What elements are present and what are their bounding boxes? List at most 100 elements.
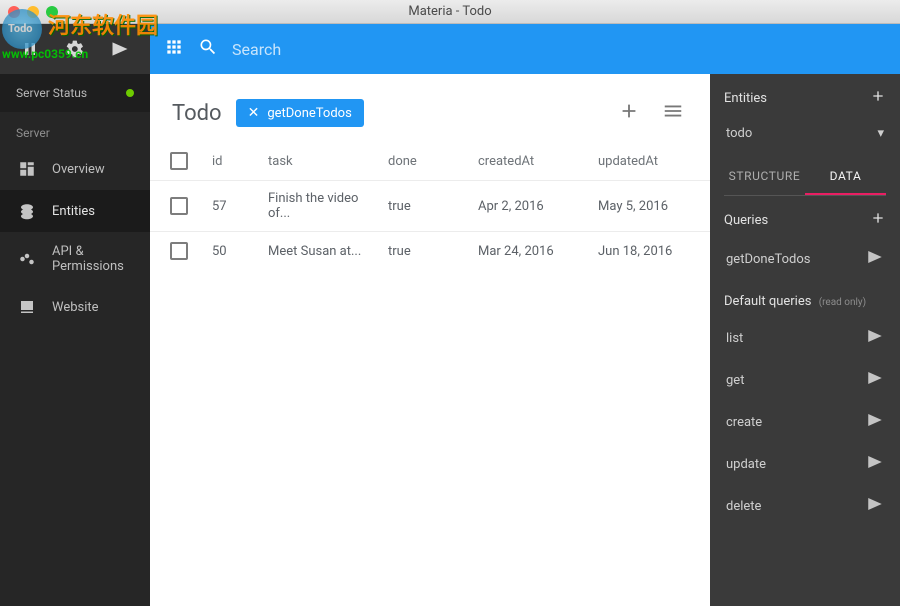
entity-selector[interactable]: todo ▾ bbox=[724, 122, 886, 145]
panel-tabs: STRUCTURE DATA bbox=[724, 159, 886, 196]
query-item-list[interactable]: list bbox=[724, 317, 886, 359]
column-header-createdat[interactable]: createdAt bbox=[478, 154, 598, 169]
menu-icon bbox=[662, 100, 684, 122]
column-header-id[interactable]: id bbox=[212, 154, 268, 169]
add-query-button[interactable] bbox=[870, 210, 886, 230]
query-name: create bbox=[726, 415, 762, 430]
query-name: delete bbox=[726, 499, 761, 514]
server-status-label: Server Status bbox=[16, 86, 87, 100]
sidebar-section-label: Server bbox=[0, 112, 150, 148]
table-row[interactable]: 57 Finish the video of... true Apr 2, 20… bbox=[150, 180, 710, 231]
column-header-done[interactable]: done bbox=[388, 154, 478, 169]
select-all-checkbox[interactable] bbox=[170, 152, 188, 170]
pause-button[interactable] bbox=[8, 41, 52, 57]
column-header-updatedat[interactable]: updatedAt bbox=[598, 154, 698, 169]
sidebar: Server Status Server Overview Entities A… bbox=[0, 24, 150, 606]
topbar bbox=[150, 24, 900, 74]
sidebar-item-overview[interactable]: Overview bbox=[0, 148, 150, 190]
apps-grid-icon bbox=[164, 37, 184, 57]
row-checkbox[interactable] bbox=[170, 197, 188, 215]
entities-header: Entities bbox=[724, 88, 886, 108]
tab-data[interactable]: DATA bbox=[805, 159, 886, 195]
menu-button[interactable] bbox=[658, 96, 688, 130]
run-query-button[interactable] bbox=[866, 411, 884, 433]
cell-updatedat: Jun 18, 2016 bbox=[598, 244, 698, 259]
sidebar-item-website[interactable]: Website bbox=[0, 286, 150, 328]
queries-label: Queries bbox=[724, 213, 768, 228]
run-query-button[interactable] bbox=[866, 369, 884, 391]
minimize-window-button[interactable] bbox=[27, 6, 39, 18]
default-queries-label: Default queries bbox=[724, 294, 811, 309]
right-panel: Entities todo ▾ STRUCTURE DATA Queries bbox=[710, 74, 900, 606]
database-icon bbox=[18, 202, 36, 220]
query-name: getDoneTodos bbox=[726, 252, 810, 267]
sidebar-item-api[interactable]: API & Permissions bbox=[0, 232, 150, 286]
add-button[interactable] bbox=[614, 96, 644, 130]
run-query-button[interactable] bbox=[866, 453, 884, 475]
play-icon bbox=[866, 369, 884, 387]
query-item-delete[interactable]: delete bbox=[724, 485, 886, 527]
apps-button[interactable] bbox=[164, 37, 184, 61]
sliders-icon bbox=[18, 250, 36, 268]
entities-label: Entities bbox=[724, 91, 767, 106]
query-item-getdonetodos[interactable]: getDoneTodos bbox=[724, 238, 886, 280]
monitor-icon bbox=[18, 298, 36, 316]
cell-id: 50 bbox=[212, 244, 268, 259]
play-icon bbox=[110, 39, 130, 59]
query-name: get bbox=[726, 373, 744, 388]
cell-id: 57 bbox=[212, 199, 268, 214]
query-item-update[interactable]: update bbox=[724, 443, 886, 485]
titlebar: Materia - Todo bbox=[0, 0, 900, 24]
cell-createdat: Apr 2, 2016 bbox=[478, 199, 598, 214]
row-checkbox[interactable] bbox=[170, 242, 188, 260]
cell-updatedat: May 5, 2016 bbox=[598, 199, 698, 214]
sidebar-item-label: Entities bbox=[52, 204, 95, 219]
settings-button[interactable] bbox=[53, 39, 97, 59]
selected-entity: todo bbox=[726, 126, 752, 141]
run-query-button[interactable] bbox=[866, 327, 884, 349]
maximize-window-button[interactable] bbox=[46, 6, 58, 18]
data-table: id task done createdAt updatedAt 57 Fini… bbox=[150, 142, 710, 270]
tab-structure[interactable]: STRUCTURE bbox=[724, 159, 805, 195]
dashboard-icon bbox=[18, 160, 36, 178]
default-queries-hint: (read only) bbox=[819, 297, 866, 308]
cell-createdat: Mar 24, 2016 bbox=[478, 244, 598, 259]
query-item-create[interactable]: create bbox=[724, 401, 886, 443]
play-icon bbox=[866, 327, 884, 345]
search-icon bbox=[198, 37, 218, 57]
window-controls bbox=[8, 6, 58, 18]
add-entity-button[interactable] bbox=[870, 88, 886, 108]
plus-icon bbox=[870, 88, 886, 104]
sidebar-item-label: Website bbox=[52, 300, 99, 315]
content-area: Todo ✕ getDoneTodos bbox=[150, 74, 710, 606]
close-icon[interactable]: ✕ bbox=[248, 105, 260, 121]
search-input[interactable] bbox=[232, 40, 886, 59]
close-window-button[interactable] bbox=[8, 6, 20, 18]
table-header: id task done createdAt updatedAt bbox=[150, 142, 710, 180]
cell-task: Finish the video of... bbox=[268, 191, 388, 221]
search-button[interactable] bbox=[198, 37, 218, 61]
query-name: update bbox=[726, 457, 766, 472]
plus-icon bbox=[870, 210, 886, 226]
query-chip-label: getDoneTodos bbox=[267, 106, 351, 121]
gear-icon bbox=[65, 39, 85, 59]
run-query-button[interactable] bbox=[866, 495, 884, 517]
column-header-task[interactable]: task bbox=[268, 154, 388, 169]
play-icon bbox=[866, 248, 884, 266]
sidebar-item-entities[interactable]: Entities bbox=[0, 190, 150, 232]
default-queries-header: Default queries (read only) bbox=[724, 294, 886, 309]
query-item-get[interactable]: get bbox=[724, 359, 886, 401]
sidebar-toolbar bbox=[0, 24, 150, 74]
sidebar-item-label: Overview bbox=[52, 162, 105, 177]
table-row[interactable]: 50 Meet Susan at... true Mar 24, 2016 Ju… bbox=[150, 231, 710, 270]
run-query-button[interactable] bbox=[866, 248, 884, 270]
query-chip[interactable]: ✕ getDoneTodos bbox=[236, 99, 364, 127]
play-icon bbox=[866, 495, 884, 513]
cell-done: true bbox=[388, 199, 478, 214]
cell-task: Meet Susan at... bbox=[268, 244, 388, 259]
play-icon bbox=[866, 411, 884, 429]
run-button[interactable] bbox=[98, 39, 142, 59]
play-icon bbox=[866, 453, 884, 471]
sidebar-item-label: API & Permissions bbox=[52, 244, 134, 274]
status-indicator-icon bbox=[126, 89, 134, 97]
